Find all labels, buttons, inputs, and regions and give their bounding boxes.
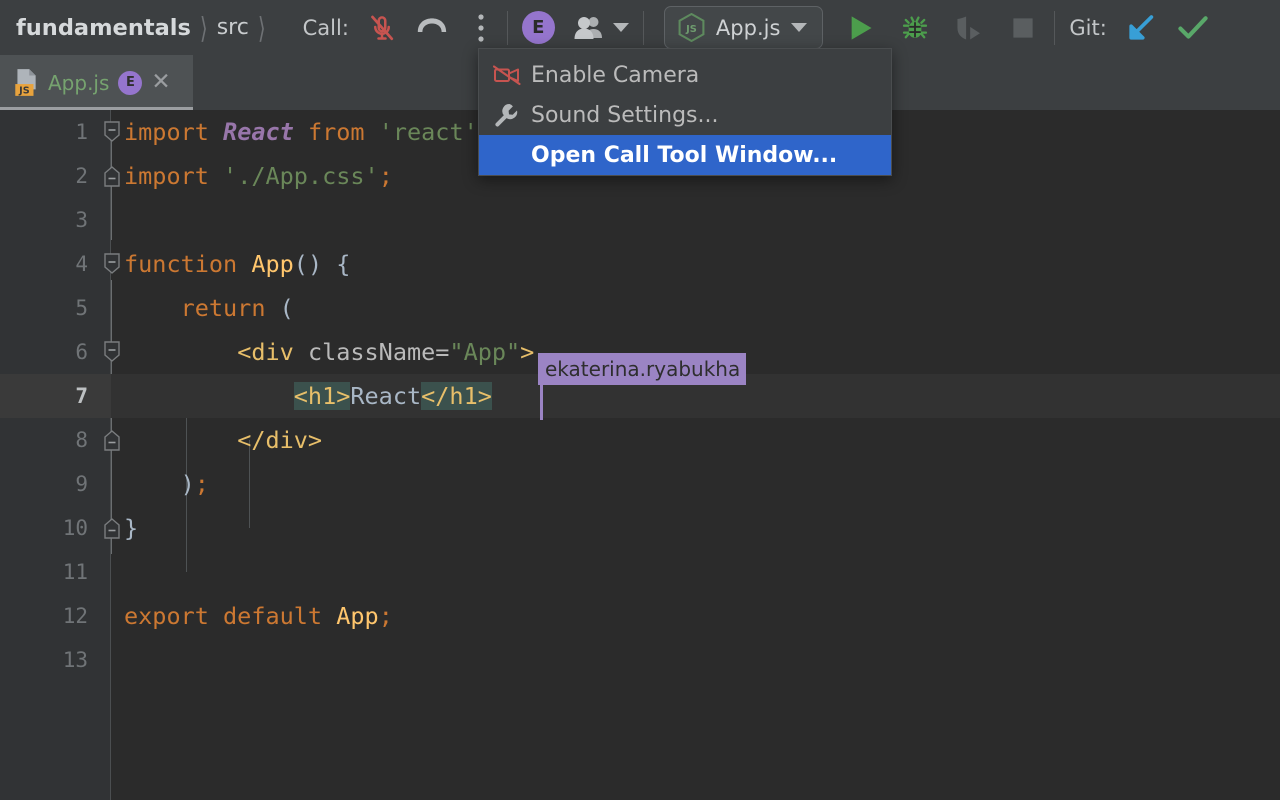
code-text: </div>	[237, 426, 323, 454]
line-number: 8	[75, 428, 88, 452]
code-text: }	[124, 514, 139, 542]
toolbar-divider	[642, 10, 644, 45]
code-line[interactable]: 10 }	[0, 506, 1280, 550]
line-number: 1	[75, 120, 88, 144]
run-configuration-name: App.js	[715, 15, 781, 40]
stop-icon[interactable]	[1006, 8, 1040, 48]
fold-marker-icon[interactable]	[103, 330, 121, 374]
fold-marker-icon[interactable]	[103, 154, 121, 198]
breadcrumb-project[interactable]: fundamentals	[16, 15, 191, 41]
line-number: 10	[62, 516, 88, 540]
javascript-file-icon: JS	[13, 68, 39, 98]
wrench-icon	[493, 102, 531, 128]
code-line[interactable]: 3	[0, 198, 1280, 242]
breadcrumb-folder-src[interactable]: src	[217, 15, 249, 40]
line-number: 9	[75, 472, 88, 496]
svg-text:JS: JS	[18, 85, 30, 96]
editor-tab-app-js[interactable]: JS App.js E ✕	[0, 55, 193, 110]
git-update-arrow-icon[interactable]	[1124, 8, 1158, 48]
main-toolbar: fundamentals ⟩ src ⟩ Call: E JS App.js G…	[0, 0, 1280, 55]
call-options-menu[interactable]: Enable Camera Sound Settings... Open Cal…	[478, 48, 892, 176]
code-text: <div className="App">	[237, 338, 535, 366]
line-number: 11	[62, 560, 88, 584]
code-text: function App() {	[124, 250, 351, 278]
participants-icon[interactable]	[573, 8, 605, 48]
code-text: <h1>React</h1>	[293, 382, 492, 410]
fold-marker-icon[interactable]	[103, 242, 121, 286]
user-avatar[interactable]: E	[521, 11, 555, 44]
toolbar-divider	[506, 10, 508, 45]
editor-tab-filename: App.js	[48, 70, 110, 95]
run-configuration-selector[interactable]: JS App.js	[663, 6, 824, 49]
line-number: 6	[75, 340, 88, 364]
line-number: 7	[75, 384, 88, 408]
close-icon[interactable]: ✕	[151, 71, 170, 94]
code-text: import './App.css';	[124, 162, 393, 190]
menu-item-label: Sound Settings...	[531, 102, 719, 128]
code-line[interactable]: 11	[0, 550, 1280, 594]
collaborator-caret	[540, 380, 543, 420]
run-with-coverage-icon[interactable]	[952, 8, 986, 48]
call-label: Call:	[302, 15, 349, 40]
tab-collaborator-avatar[interactable]: E	[118, 70, 143, 95]
menu-item-enable-camera[interactable]: Enable Camera	[479, 55, 891, 95]
line-number: 2	[75, 164, 88, 188]
fold-marker-icon[interactable]	[103, 418, 121, 462]
code-editor[interactable]: 1 import React from 'react'; 2 import '.…	[0, 110, 1280, 800]
menu-item-open-call-tool-window[interactable]: Open Call Tool Window...	[479, 135, 891, 175]
svg-text:JS: JS	[685, 24, 697, 35]
microphone-muted-icon[interactable]	[367, 8, 397, 48]
git-commit-check-icon[interactable]	[1176, 8, 1210, 48]
debug-bug-icon[interactable]	[898, 8, 932, 48]
run-configuration-chevron-down-icon[interactable]	[791, 23, 808, 32]
participants-chevron-down-icon[interactable]	[612, 23, 629, 32]
nodejs-js-icon: JS	[678, 13, 705, 42]
code-line[interactable]: 5 return (	[0, 286, 1280, 330]
line-number: 4	[75, 252, 88, 276]
fold-marker-icon[interactable]	[103, 506, 121, 550]
code-text: );	[180, 470, 209, 498]
toolbar-divider	[1054, 10, 1056, 45]
line-number: 12	[62, 604, 88, 628]
code-text: export default App;	[124, 602, 393, 630]
collaborator-name-label: ekaterina.ryabukha	[538, 353, 747, 385]
code-content[interactable]: 1 import React from 'react'; 2 import '.…	[0, 110, 1280, 800]
line-number: 13	[62, 648, 88, 672]
code-line[interactable]: 13	[0, 638, 1280, 682]
breadcrumb-separator-icon: ⟩	[257, 10, 266, 45]
camera-off-icon	[493, 64, 531, 86]
git-label: Git:	[1069, 15, 1107, 40]
more-vertical-icon[interactable]	[469, 8, 493, 48]
code-line[interactable]: 9 );	[0, 462, 1280, 506]
menu-item-label: Enable Camera	[531, 62, 700, 88]
line-number: 5	[75, 296, 88, 320]
menu-item-label: Open Call Tool Window...	[531, 142, 838, 168]
breadcrumb-separator-icon: ⟩	[199, 10, 208, 45]
code-text: import React from 'react';	[124, 118, 492, 146]
code-line[interactable]: 8 </div>	[0, 418, 1280, 462]
menu-item-sound-settings[interactable]: Sound Settings...	[479, 95, 891, 135]
fold-marker-icon[interactable]	[103, 110, 121, 154]
run-icon[interactable]	[844, 8, 878, 48]
hangup-phone-icon[interactable]	[415, 8, 449, 48]
code-line[interactable]: 4 function App() {	[0, 242, 1280, 286]
code-line[interactable]: 12 export default App;	[0, 594, 1280, 638]
line-number: 3	[75, 208, 88, 232]
code-text: return (	[180, 294, 294, 322]
